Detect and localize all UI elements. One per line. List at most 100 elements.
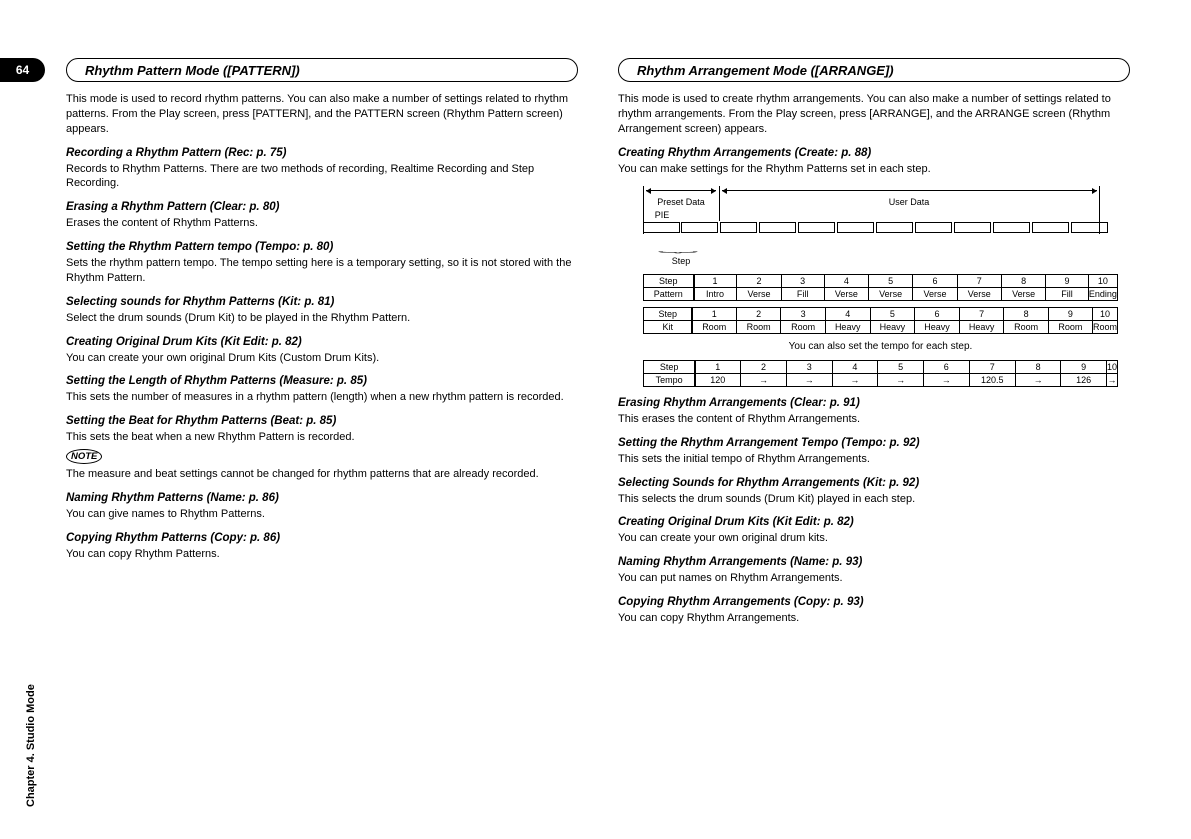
steps-diagram: Preset Data User Data PIE ⏟ Step — [643, 182, 1113, 272]
table-cell: 8 — [1004, 308, 1048, 321]
left-item-title: Naming Rhythm Patterns (Name: p. 86) — [66, 492, 578, 504]
table-cell: 2 — [741, 360, 787, 373]
left-item-title: Selecting sounds for Rhythm Patterns (Ki… — [66, 296, 578, 308]
create-body-text: You can make settings for the Rhythm Pat… — [618, 162, 1130, 177]
diagram-brace: ⏟ — [658, 243, 698, 253]
right-item-title: Selecting Sounds for Rhythm Arrangements… — [618, 477, 1130, 489]
table-cell: 4 — [824, 275, 868, 288]
note-block: NOTE — [66, 449, 578, 464]
table-cell: → — [741, 373, 787, 386]
table-cell: 7 — [959, 308, 1004, 321]
table-cell: 126 — [1061, 373, 1106, 386]
table-cell: 8 — [1001, 275, 1045, 288]
left-item-body: Sets the rhythm pattern tempo. The tempo… — [66, 256, 578, 286]
table-cell: 10 — [1092, 308, 1117, 321]
right-item-title: Naming Rhythm Arrangements (Name: p. 93) — [618, 556, 1130, 568]
table-cell: 120 — [695, 373, 741, 386]
right-item-body: This erases the content of Rhythm Arrang… — [618, 412, 1130, 427]
table-cell: Room — [781, 321, 825, 334]
table-cell: 7 — [969, 360, 1015, 373]
table-cell: → — [923, 373, 969, 386]
left-item-body: Records to Rhythm Patterns. There are tw… — [66, 162, 578, 192]
diagram-pie-label: PIE — [643, 210, 681, 220]
note-oval: NOTE — [66, 449, 102, 464]
create-subhead: Creating Rhythm Arrangements (Create: p.… — [618, 147, 1130, 159]
table-cell: → — [1015, 373, 1061, 386]
left-item-title: Creating Original Drum Kits (Kit Edit: p… — [66, 336, 578, 348]
table-cell: Heavy — [959, 321, 1004, 334]
table-cell: Fill — [1046, 288, 1089, 301]
pattern-table: Step12345678910PatternIntroVerseFillVers… — [643, 274, 1118, 301]
right-item-title: Copying Rhythm Arrangements (Copy: p. 93… — [618, 596, 1130, 608]
table-cell: 1 — [692, 308, 736, 321]
table-cell: 10 — [1106, 360, 1117, 373]
table-cell: 120.5 — [969, 373, 1015, 386]
left-intro-text: This mode is used to record rhythm patte… — [66, 92, 578, 137]
diagram-user-label: User Data — [719, 197, 1099, 207]
right-item-body: You can copy Rhythm Arrangements. — [618, 611, 1130, 626]
table-cell: → — [1106, 373, 1117, 386]
table-cell: Verse — [1001, 288, 1045, 301]
table-cell: 2 — [736, 308, 780, 321]
left-item-title: Erasing a Rhythm Pattern (Clear: p. 80) — [66, 201, 578, 213]
table-cell: 4 — [832, 360, 878, 373]
left-item-title: Copying Rhythm Patterns (Copy: p. 86) — [66, 532, 578, 544]
table-lead-cell: Kit — [644, 321, 692, 334]
note-body: The measure and beat settings cannot be … — [66, 467, 578, 482]
table-cell: 1 — [695, 360, 741, 373]
table-cell: 6 — [913, 275, 957, 288]
table-cell: 5 — [869, 275, 913, 288]
table-cell: Ending — [1088, 288, 1117, 301]
left-item-body: Erases the content of Rhythm Patterns. — [66, 216, 578, 231]
table-cell: 6 — [915, 308, 960, 321]
left-item-body: You can give names to Rhythm Patterns. — [66, 507, 578, 522]
left-item-body: This sets the beat when a new Rhythm Pat… — [66, 430, 578, 445]
left-item-title: Setting the Beat for Rhythm Patterns (Be… — [66, 415, 578, 427]
table-lead-cell: Step — [644, 275, 694, 288]
table-cell: Verse — [913, 288, 957, 301]
table-cell: Heavy — [915, 321, 960, 334]
tempo-table: Step12345678910Tempo120→→→→→120.5→126→ — [643, 360, 1118, 387]
table-cell: Room — [736, 321, 780, 334]
table-cell: Room — [1048, 321, 1092, 334]
right-item-title: Creating Original Drum Kits (Kit Edit: p… — [618, 516, 1130, 528]
table-lead-cell: Tempo — [644, 373, 695, 386]
table-cell: Room — [1092, 321, 1117, 334]
table-cell: Verse — [737, 288, 781, 301]
table-cell: 9 — [1046, 275, 1089, 288]
table-cell: Heavy — [825, 321, 870, 334]
table-cell: → — [832, 373, 878, 386]
right-item-title: Setting the Rhythm Arrangement Tempo (Te… — [618, 437, 1130, 449]
table-cell: 5 — [878, 360, 924, 373]
left-item-body: You can create your own original Drum Ki… — [66, 351, 578, 366]
diagram-step-boxes — [643, 222, 1108, 233]
table-cell: 2 — [737, 275, 781, 288]
left-item-title: Setting the Length of Rhythm Patterns (M… — [66, 375, 578, 387]
right-item-title: Erasing Rhythm Arrangements (Clear: p. 9… — [618, 397, 1130, 409]
table-cell: 1 — [693, 275, 737, 288]
table-cell: 5 — [870, 308, 915, 321]
section-header-left: Rhythm Pattern Mode ([PATTERN]) — [66, 58, 578, 82]
page-number-badge: 64 — [0, 58, 45, 82]
chapter-footer-text: Chapter 4. Studio Mode — [25, 684, 37, 807]
kit-table: Step12345678910KitRoomRoomRoomHeavyHeavy… — [643, 307, 1118, 334]
right-item-body: You can create your own original drum ki… — [618, 531, 1130, 546]
table-lead-cell: Pattern — [644, 288, 694, 301]
table-cell: 3 — [781, 275, 824, 288]
left-item-body: You can copy Rhythm Patterns. — [66, 547, 578, 562]
table-cell: 7 — [957, 275, 1001, 288]
table-cell: Heavy — [870, 321, 915, 334]
table-lead-cell: Step — [644, 360, 695, 373]
right-item-body: This sets the initial tempo of Rhythm Ar… — [618, 452, 1130, 467]
right-item-body: This selects the drum sounds (Drum Kit) … — [618, 492, 1130, 507]
table-cell: Verse — [957, 288, 1001, 301]
table-cell: → — [786, 373, 832, 386]
left-item-title: Recording a Rhythm Pattern (Rec: p. 75) — [66, 147, 578, 159]
right-item-body: You can put names on Rhythm Arrangements… — [618, 571, 1130, 586]
table-cell: 4 — [825, 308, 870, 321]
left-item-body: This sets the number of measures in a rh… — [66, 390, 578, 405]
table-cell: Fill — [781, 288, 824, 301]
table-cell: Room — [1004, 321, 1048, 334]
diagram-divider-text: You can also set the tempo for each step… — [643, 340, 1118, 354]
left-item-body: Select the drum sounds (Drum Kit) to be … — [66, 311, 578, 326]
